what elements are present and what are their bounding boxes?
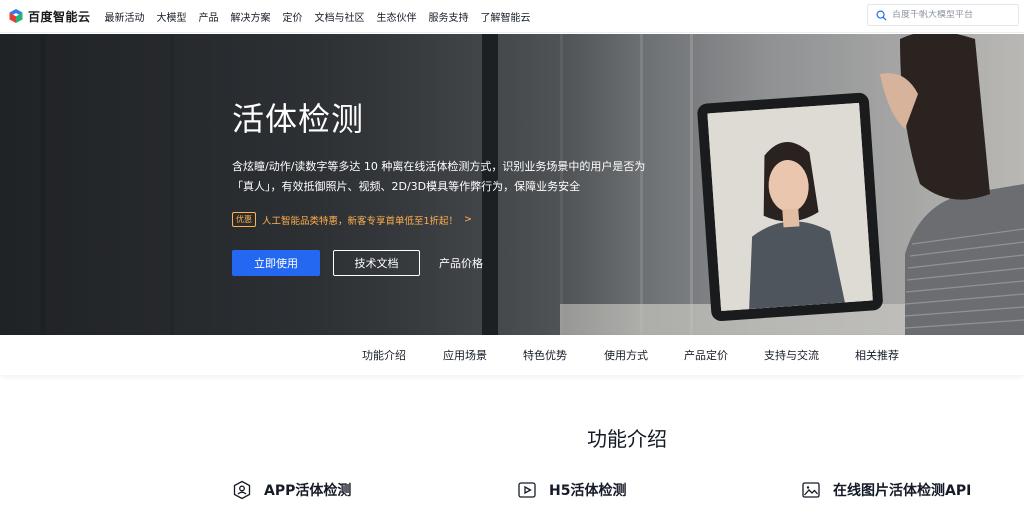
tech-docs-button[interactable]: 技术文档 <box>333 250 420 276</box>
tab-scenarios[interactable]: 应用场景 <box>443 347 487 363</box>
promo-link[interactable]: 优惠 人工智能品类特惠，新客专享首单低至1折起！ > <box>232 212 472 227</box>
nav-item-latest-activity[interactable]: 最新活动 <box>105 9 145 24</box>
use-now-button[interactable]: 立即使用 <box>232 250 320 276</box>
nav-item-service-support[interactable]: 服务支持 <box>429 9 469 24</box>
promo-badge: 优惠 <box>232 212 256 227</box>
nav-item-large-models[interactable]: 大模型 <box>157 9 187 24</box>
hero-description: 含炫瞳/动作/读数字等多达 10 种离在线活体检测方式，识别业务场景中的用户是否… <box>232 157 652 197</box>
brand-cube-icon <box>9 9 23 23</box>
product-price-button[interactable]: 产品价格 <box>434 250 488 276</box>
tab-recommendations[interactable]: 相关推荐 <box>855 347 899 363</box>
page-title: 活体检测 <box>232 100 365 138</box>
nav-item-pricing[interactable]: 定价 <box>283 9 303 24</box>
brand-name: 百度智能云 <box>28 9 91 24</box>
nav-item-docs-community[interactable]: 文档与社区 <box>315 9 365 24</box>
feature-label: 在线图片活体检测API <box>833 483 972 499</box>
nav-item-solutions[interactable]: 解决方案 <box>231 9 271 24</box>
tab-pricing[interactable]: 产品定价 <box>684 347 728 363</box>
image-icon <box>802 482 820 498</box>
promo-text: 人工智能品类特惠，新客专享首单低至1折起！ <box>262 215 459 227</box>
chevron-right-icon: > <box>464 214 473 225</box>
top-navigation: 百度智能云 最新活动 大模型 产品 解决方案 定价 文档与社区 生态伙伴 服务支… <box>0 0 1024 33</box>
video-play-icon <box>518 482 536 498</box>
feature-online-image-api[interactable]: 在线图片活体检测API <box>801 480 971 500</box>
search-icon <box>876 10 887 21</box>
anchor-tab-bar: 功能介绍 应用场景 特色优势 使用方式 产品定价 支持与交流 相关推荐 <box>0 335 1024 375</box>
section-title-features: 功能介绍 <box>587 427 667 451</box>
feature-h5-liveness[interactable]: H5活体检测 <box>517 480 626 500</box>
tab-support[interactable]: 支持与交流 <box>764 347 819 363</box>
tab-usage[interactable]: 使用方式 <box>604 347 648 363</box>
search-input[interactable] <box>892 10 1016 20</box>
search-box[interactable] <box>867 4 1019 26</box>
hero-banner: 活体检测 含炫瞳/动作/读数字等多达 10 种离在线活体检测方式，识别业务场景中… <box>0 34 1024 335</box>
nav-item-about-cloud[interactable]: 了解智能云 <box>481 9 531 24</box>
feature-app-liveness[interactable]: APP活体检测 <box>232 480 351 500</box>
nav-item-products[interactable]: 产品 <box>199 9 219 24</box>
nav-item-partners[interactable]: 生态伙伴 <box>377 9 417 24</box>
hero-description-line-2: 「真人」，有效抵御照片、视频、2D/3D模具等作弊行为，保障业务安全 <box>232 180 581 193</box>
tab-advantages[interactable]: 特色优势 <box>523 347 567 363</box>
user-shield-icon <box>233 480 251 500</box>
brand-logo[interactable]: 百度智能云 <box>8 8 91 25</box>
hero-description-line-1: 含炫瞳/动作/读数字等多达 10 种离在线活体检测方式，识别业务场景中的用户是否… <box>232 160 646 173</box>
feature-label: APP活体检测 <box>264 483 352 499</box>
feature-label: H5活体检测 <box>549 483 627 499</box>
tab-features[interactable]: 功能介绍 <box>362 347 406 363</box>
